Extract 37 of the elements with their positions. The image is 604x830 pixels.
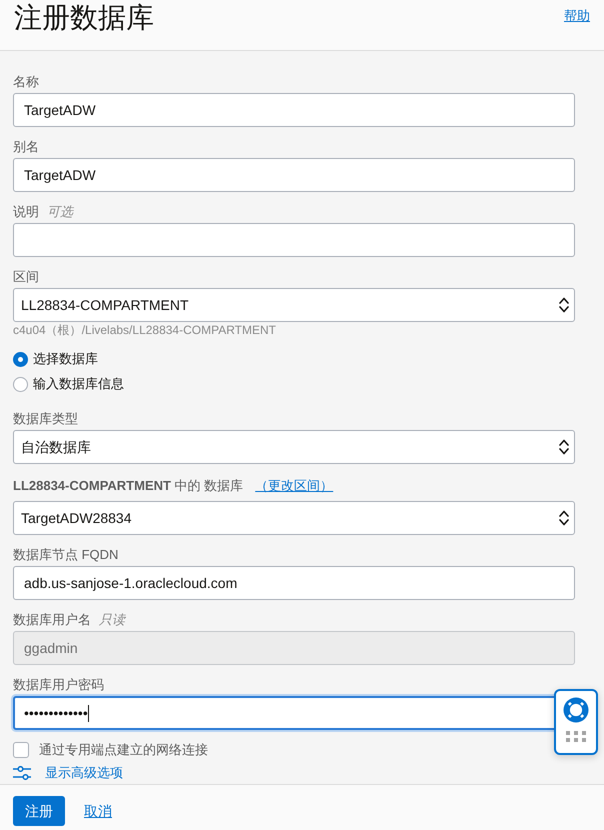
text-cursor-icon — [88, 704, 89, 722]
grip-dots-icon[interactable] — [566, 731, 586, 742]
field-label: 名称 — [13, 73, 39, 91]
field-label: 别名 — [13, 138, 39, 156]
input-field[interactable]: TargetADW — [13, 158, 575, 192]
input-field[interactable]: TargetADW — [13, 93, 575, 127]
field-hint: 只读 — [99, 611, 125, 629]
field-label: 数据库节点 FQDN — [13, 546, 118, 564]
field-label: 数据库用户密码 — [13, 676, 104, 694]
field-label: 数据库类型 — [13, 410, 78, 428]
radio-option[interactable]: 输入数据库信息 — [13, 374, 124, 394]
help-widget[interactable] — [554, 689, 598, 755]
field-label: LL28834-COMPARTMENT 中的 数据库 — [13, 477, 244, 495]
advanced-options-link[interactable]: 显示高级选项 — [13, 764, 123, 782]
chevron-up-down-icon — [559, 510, 569, 526]
help-link[interactable]: 帮助 — [564, 7, 590, 25]
dropdown[interactable]: 自治数据库 — [13, 430, 575, 464]
chevron-up-down-icon — [559, 439, 569, 455]
field-label: 区间 — [13, 268, 39, 286]
dropdown[interactable]: TargetADW28834 — [13, 501, 575, 535]
input-field: ggadmin — [13, 631, 575, 665]
dropdown[interactable]: LL28834-COMPARTMENT — [13, 288, 575, 322]
chevron-up-down-icon — [559, 297, 569, 313]
register-button[interactable]: 注册 — [13, 796, 65, 826]
input-field[interactable]: adb.us-sanjose-1.oraclecloud.com — [13, 566, 575, 600]
radio-option[interactable]: 选择数据库 — [13, 349, 98, 369]
cancel-link[interactable]: 取消 — [84, 796, 112, 826]
sliders-icon — [13, 766, 31, 780]
lifebuoy-icon — [563, 697, 589, 723]
field-label: 说明 — [13, 203, 39, 221]
page-title: 注册数据库 — [14, 1, 154, 35]
checkbox-option[interactable]: 通过专用端点建立的网络连接 — [13, 741, 208, 759]
input-field[interactable] — [13, 223, 575, 257]
change-compartment-link[interactable]: （更改区间） — [255, 477, 334, 495]
field-label: 数据库用户名 — [13, 611, 91, 629]
field-hint: 可选 — [47, 203, 73, 221]
help-text: c4u04（根）/Livelabs/LL28834-COMPARTMENT — [13, 322, 276, 338]
